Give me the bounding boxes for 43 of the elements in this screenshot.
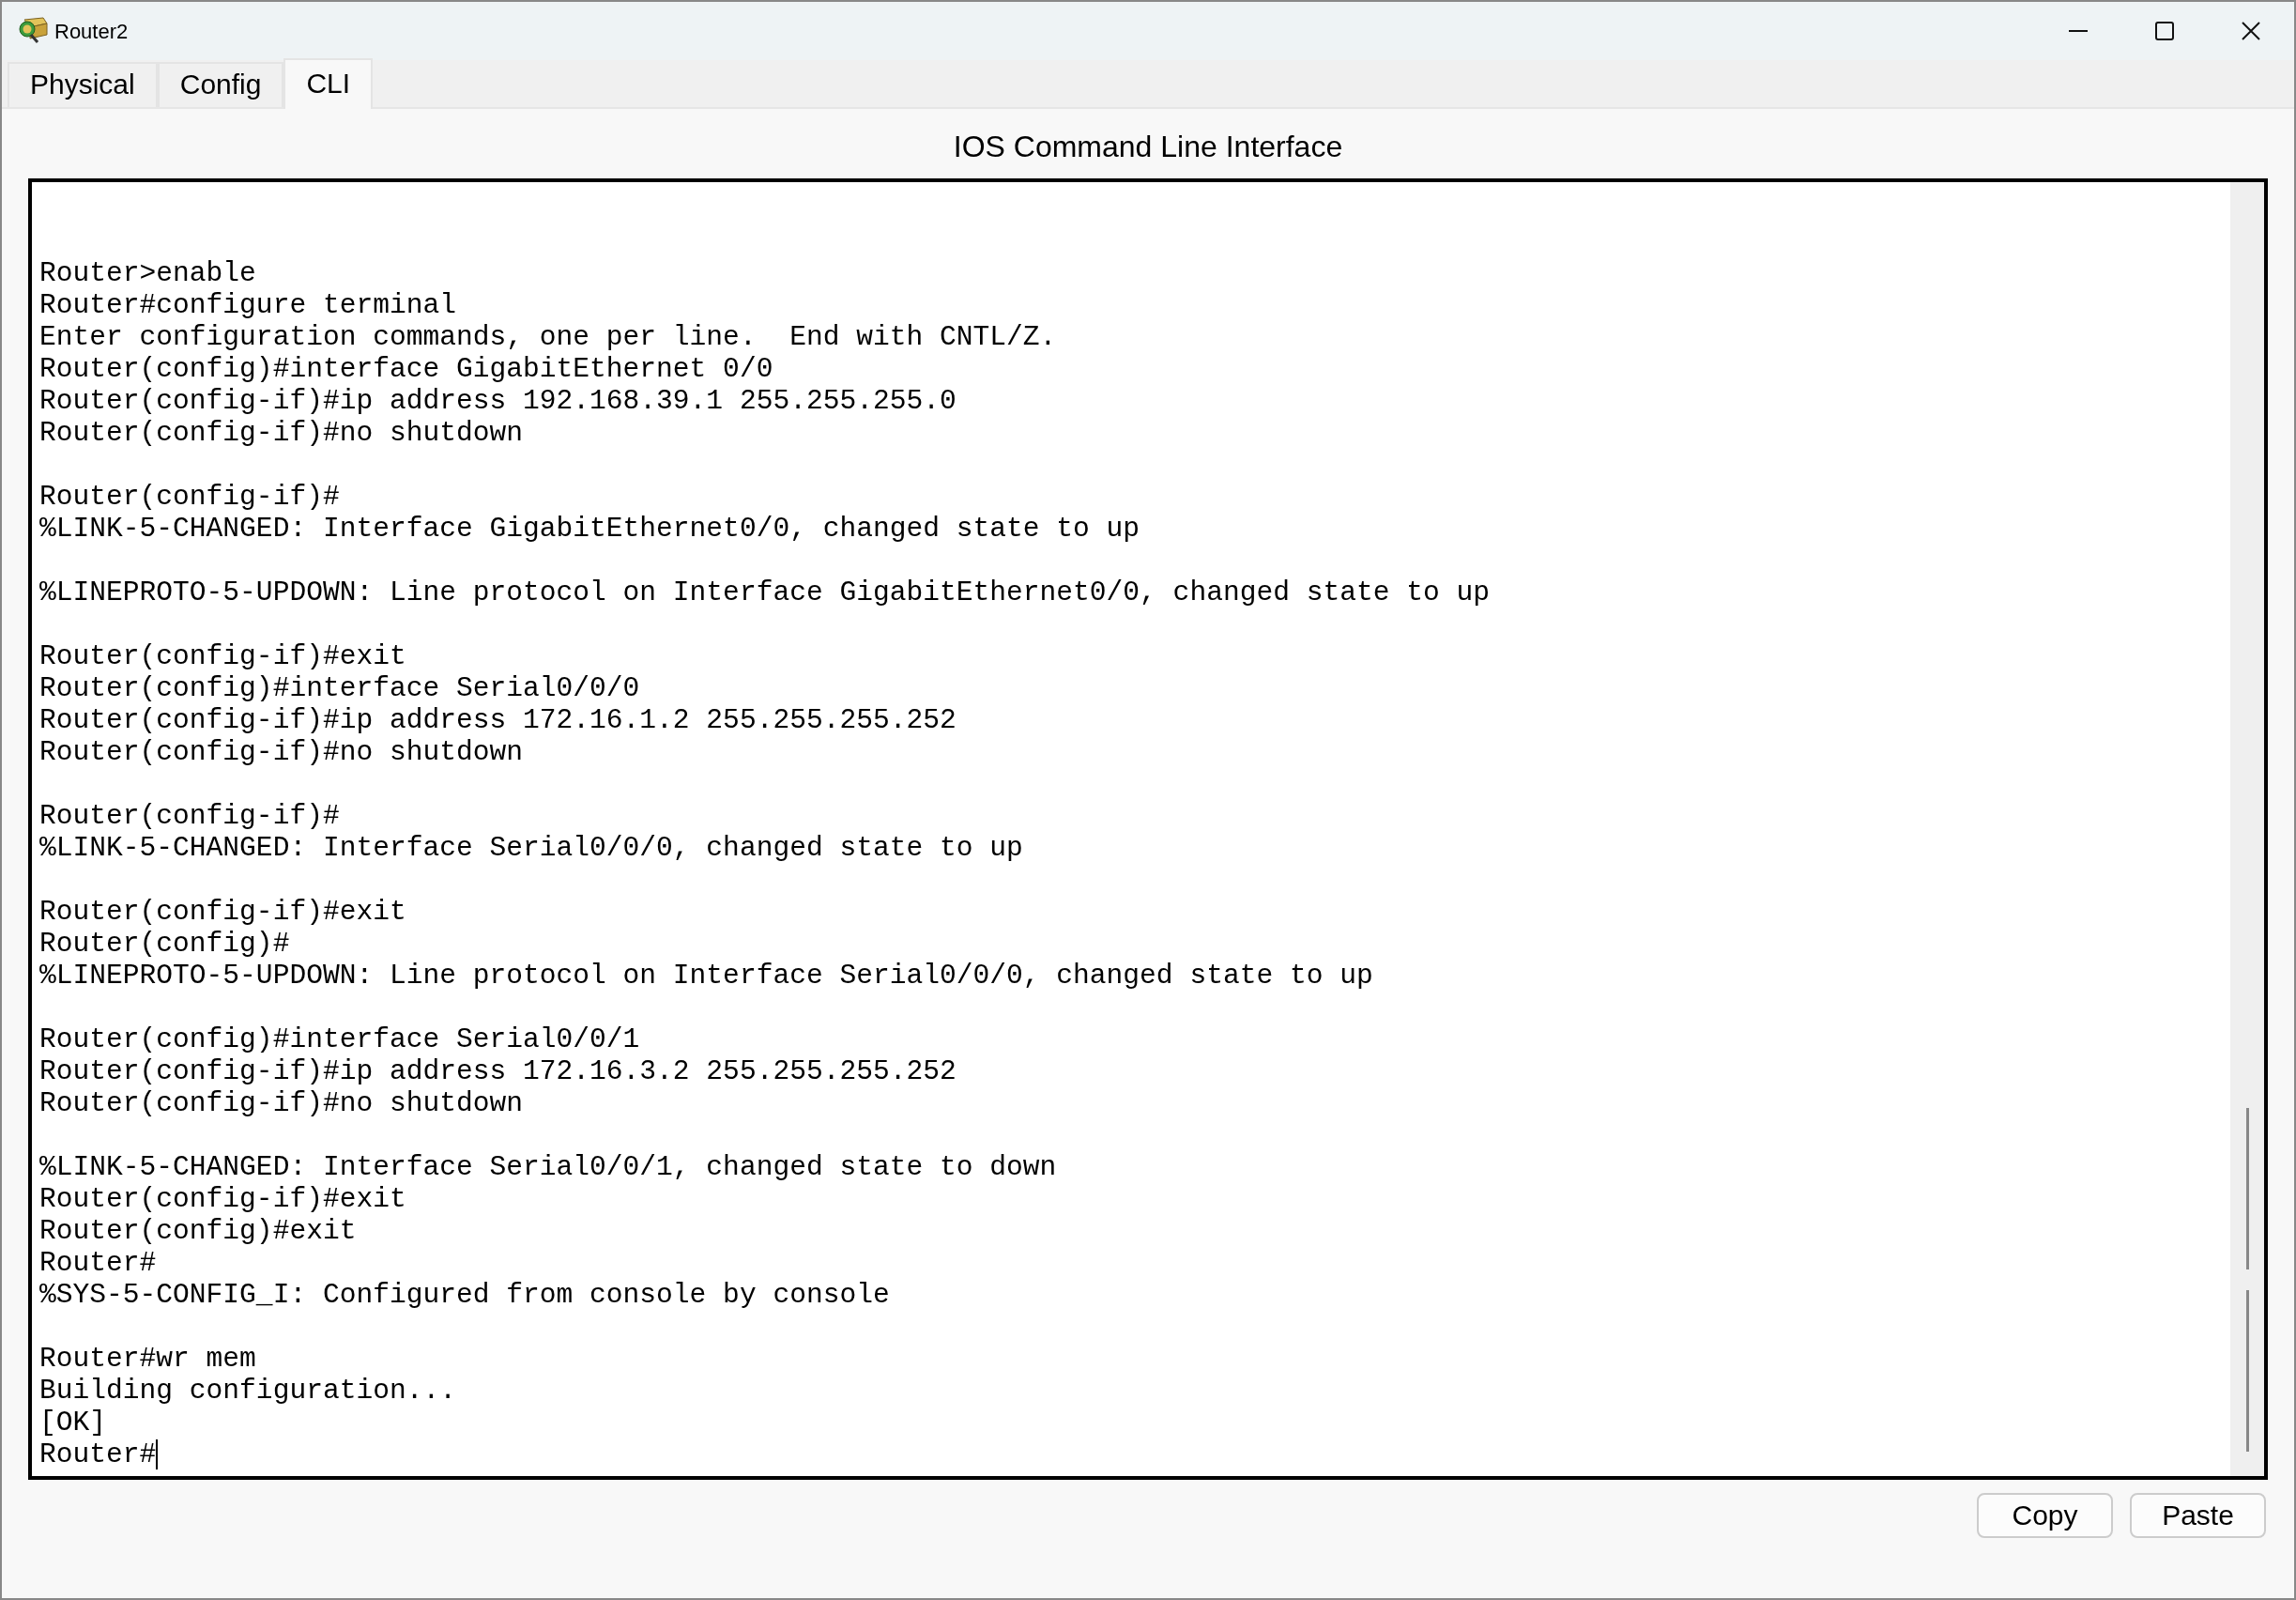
terminal-line: Router#wr mem <box>39 1343 256 1375</box>
terminal-line: Router>enable <box>39 257 256 289</box>
terminal-line: Router(config-if)#ip address 172.16.3.2 255.255.255.252 <box>39 1055 957 1087</box>
terminal-line: Router(config)#interface Serial0/0/1 <box>39 1023 640 1055</box>
terminal-line: Router(config-if)#no shutdown <box>39 1087 523 1119</box>
terminal-line: Router(config-if)#exit <box>39 640 406 672</box>
terminal-line: Router(config-if)# <box>39 800 340 832</box>
terminal-line: %LINK-5-CHANGED: Interface GigabitEthernet0/0, changed state to up <box>39 513 1140 545</box>
panel-heading: IOS Command Line Interface <box>952 129 1344 165</box>
terminal-line: Enter configuration commands, one per line. End with CNTL/Z. <box>39 321 1057 353</box>
terminal-line: Router(config-if)#exit <box>39 1183 406 1215</box>
close-icon <box>2241 21 2261 41</box>
tab[interactable]: CLI <box>283 58 374 109</box>
terminal-line: Router(config-if)#no shutdown <box>39 417 523 449</box>
terminal-line: %SYS-5-CONFIG_I: Configured from console by console <box>39 1279 890 1311</box>
terminal-line: Router(config-if)# <box>39 481 340 513</box>
terminal-line: %LINK-5-CHANGED: Interface Serial0/0/1, changed state to down <box>39 1151 1057 1183</box>
terminal-line: %LINEPROTO-5-UPDOWN: Line protocol on Interface GigabitEthernet0/0, changed state to up <box>39 577 1491 608</box>
tab[interactable]: Config <box>157 62 284 107</box>
window-title: Router2 <box>54 18 129 45</box>
tab[interactable]: Physical <box>8 62 158 107</box>
terminal-line: Router(config-if)#exit <box>39 896 406 928</box>
terminal-line: Router(config)#interface Serial0/0/0 <box>39 672 640 704</box>
terminal-line: Router# <box>39 1438 157 1470</box>
terminal-line: [OK] <box>39 1407 107 1438</box>
terminal-line: %LINEPROTO-5-UPDOWN: Line protocol on Interface Serial0/0/0, changed state to up <box>39 960 1373 992</box>
text-cursor <box>156 1439 159 1470</box>
terminal-line: %LINK-5-CHANGED: Interface Serial0/0/0, changed state to up <box>39 832 1023 864</box>
terminal-line: Router(config-if)#no shutdown <box>39 736 523 768</box>
minimize-icon <box>2068 30 2089 32</box>
action-button[interactable]: Copy <box>1977 1493 2113 1538</box>
package-icon <box>17 16 49 46</box>
terminal-line: Router#configure terminal <box>39 289 456 321</box>
terminal-line: Router(config)#interface GigabitEthernet 0/0 <box>39 353 773 385</box>
action-button[interactable]: Paste <box>2130 1493 2266 1538</box>
terminal-line: Router(config-if)#ip address 172.16.1.2 255.255.255.252 <box>39 704 957 736</box>
terminal-line: Building configuration... <box>39 1375 456 1407</box>
terminal-line: Router(config-if)#ip address 192.168.39.1 255.255.255.0 <box>39 385 957 417</box>
scrollbar[interactable] <box>2230 182 2264 1476</box>
terminal-line: Router# <box>39 1247 157 1279</box>
maximize-icon <box>2154 21 2175 41</box>
terminal-line: Router(config)#exit <box>39 1215 357 1247</box>
terminal-line: Router(config)# <box>39 928 290 960</box>
